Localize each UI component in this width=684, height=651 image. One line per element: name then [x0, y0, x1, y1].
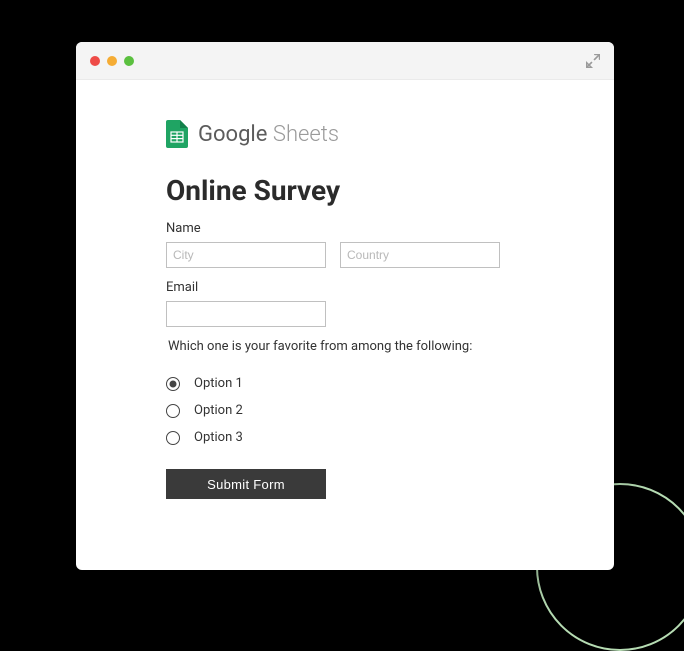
- form-container: Google Sheets Online Survey Name Email W…: [76, 80, 614, 529]
- email-input[interactable]: [166, 301, 326, 327]
- window-titlebar: [76, 42, 614, 80]
- google-sheets-icon: [166, 120, 188, 148]
- maximize-window-dot[interactable]: [124, 56, 134, 66]
- radio-icon: [166, 377, 180, 391]
- radio-icon: [166, 404, 180, 418]
- minimize-window-dot[interactable]: [107, 56, 117, 66]
- brand-header: Google Sheets: [166, 120, 524, 148]
- page-title: Online Survey: [166, 174, 524, 207]
- option-2[interactable]: Option 2: [166, 403, 524, 418]
- name-row: [166, 242, 524, 268]
- option-3[interactable]: Option 3: [166, 430, 524, 445]
- option-label: Option 1: [194, 376, 243, 391]
- brand-text: Google Sheets: [198, 122, 339, 147]
- name-label: Name: [166, 221, 524, 236]
- email-label: Email: [166, 280, 524, 295]
- close-window-dot[interactable]: [90, 56, 100, 66]
- option-label: Option 2: [194, 403, 243, 418]
- option-1[interactable]: Option 1: [166, 376, 524, 391]
- brand-name-light: Sheets: [273, 122, 339, 147]
- radio-icon: [166, 431, 180, 445]
- survey-question: Which one is your favorite from among th…: [166, 339, 524, 354]
- options-group: Option 1 Option 2 Option 3: [166, 376, 524, 445]
- brand-name-bold: Google: [198, 122, 267, 147]
- email-row: [166, 301, 524, 327]
- city-input[interactable]: [166, 242, 326, 268]
- submit-button[interactable]: Submit Form: [166, 469, 326, 499]
- option-label: Option 3: [194, 430, 243, 445]
- app-window: Google Sheets Online Survey Name Email W…: [76, 42, 614, 570]
- country-input[interactable]: [340, 242, 500, 268]
- expand-icon[interactable]: [586, 54, 600, 68]
